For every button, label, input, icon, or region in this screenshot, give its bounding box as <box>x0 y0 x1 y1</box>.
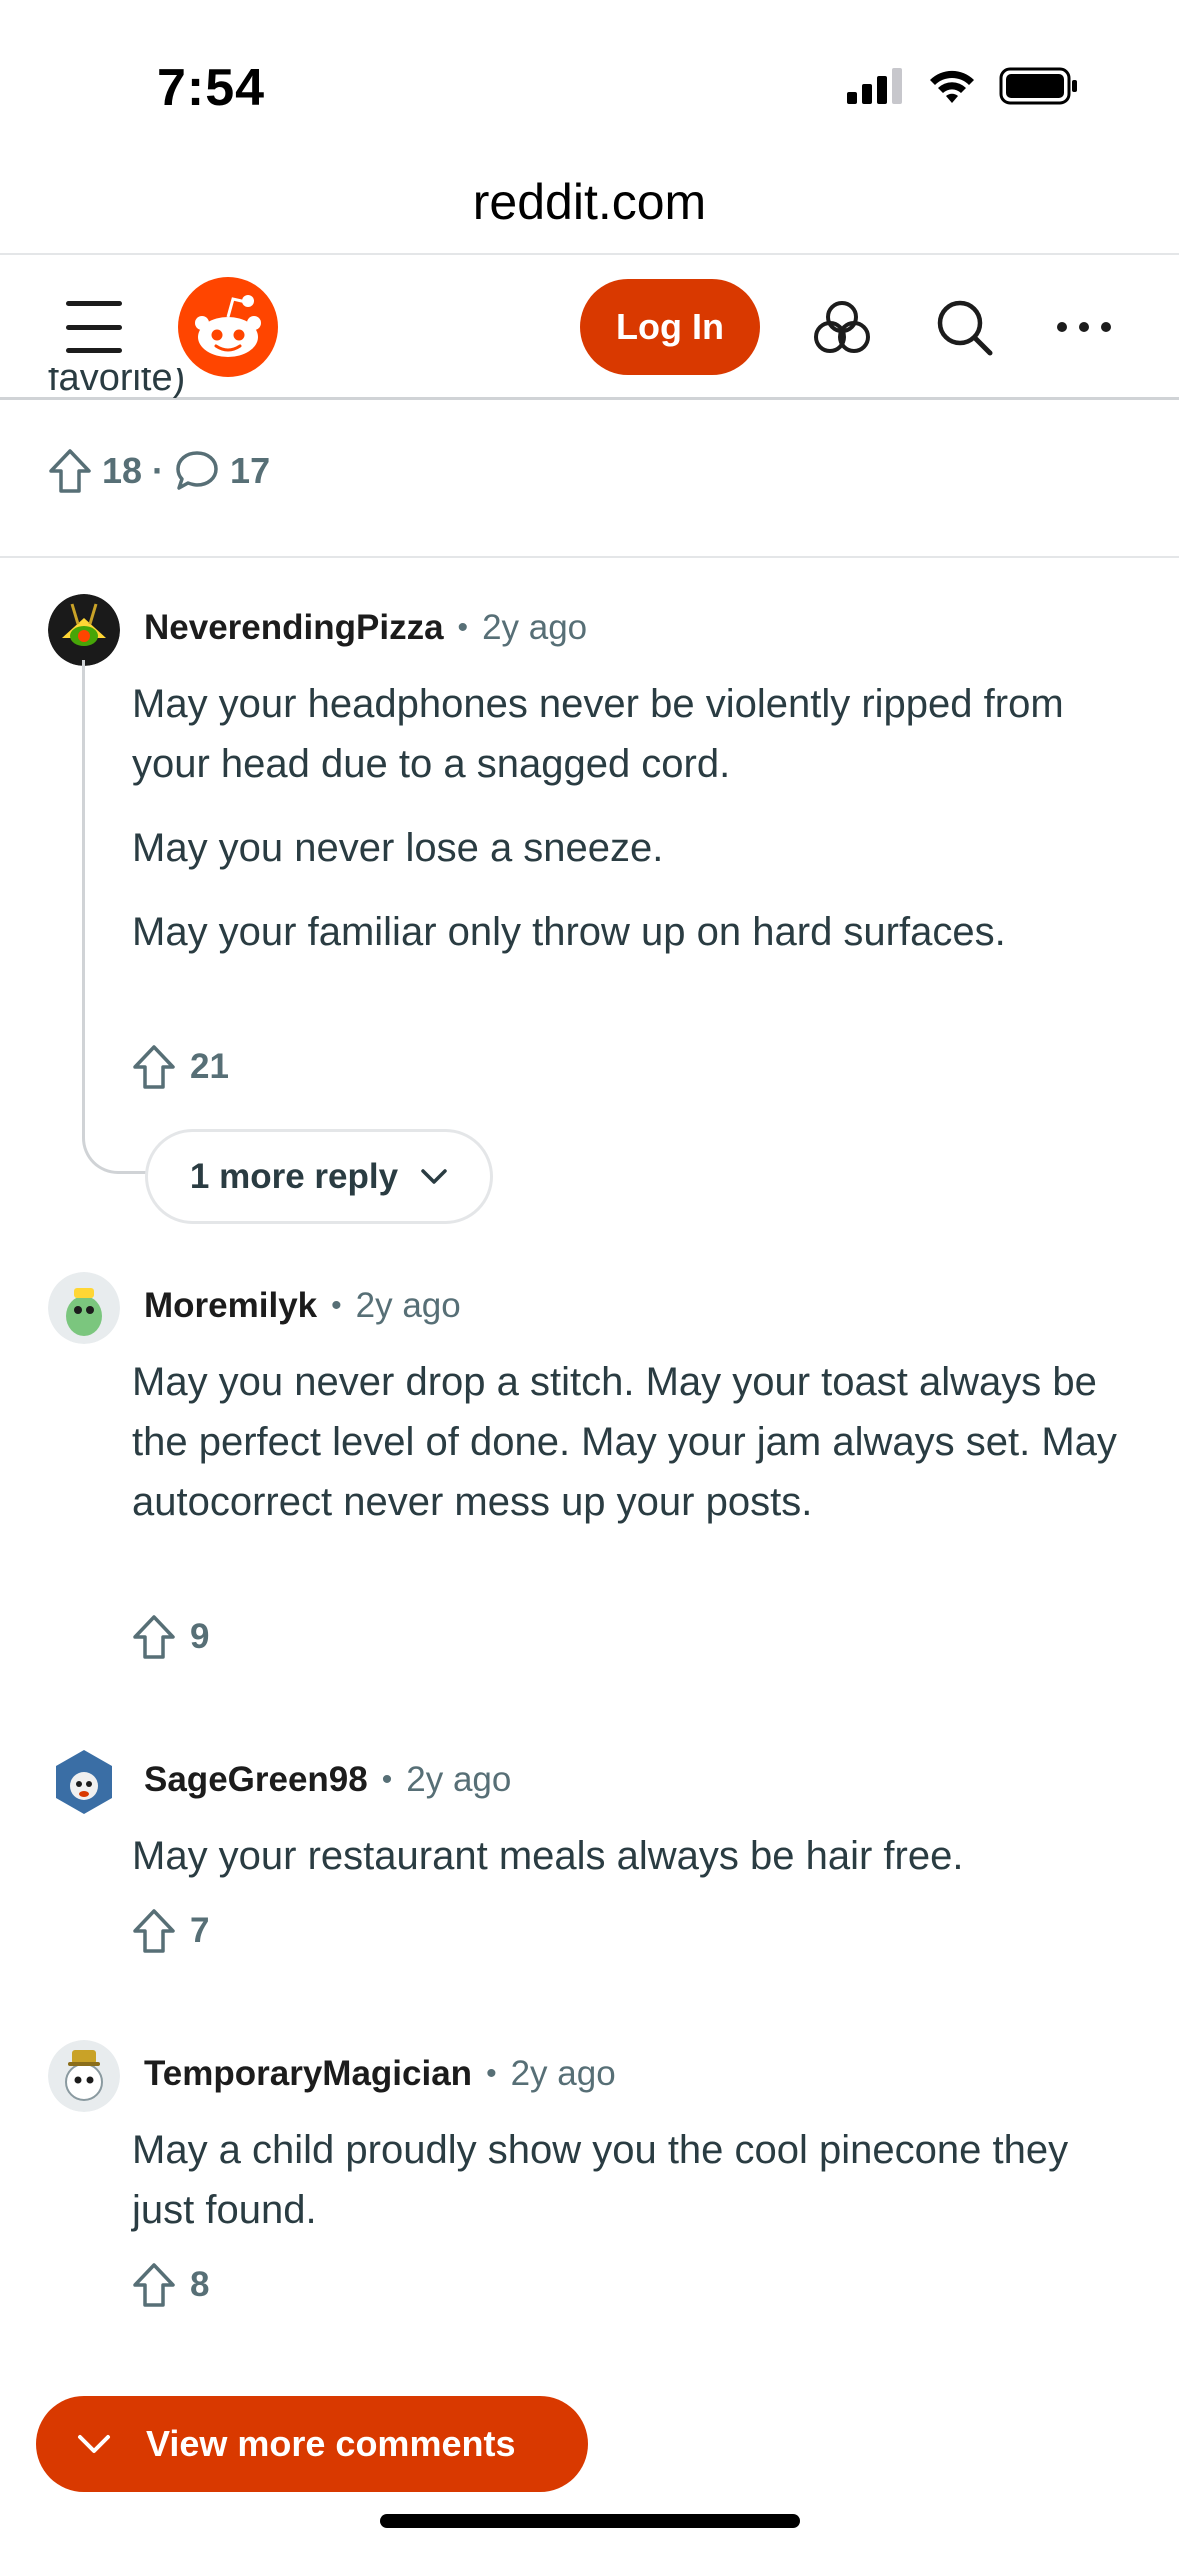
chevron-down-icon <box>78 2435 110 2453</box>
thread-line[interactable] <box>82 660 146 1174</box>
divider <box>0 556 1179 558</box>
upvote-icon[interactable] <box>132 1908 176 1954</box>
comment-author[interactable]: NeverendingPizza <box>144 608 444 648</box>
comment-votes: 7 <box>132 1908 209 1954</box>
upvote-count: 9 <box>190 1617 210 1656</box>
comment-votes: 8 <box>132 2262 209 2308</box>
partial-post-text: favorite) <box>48 368 186 398</box>
avatar[interactable] <box>48 1746 120 1818</box>
comment-icon[interactable] <box>174 449 220 493</box>
more-icon[interactable] <box>1052 295 1116 359</box>
comment-body: May a child proudly show you the cool pi… <box>132 2120 1122 2264</box>
upvote-count: 21 <box>190 1047 229 1086</box>
reddit-logo[interactable] <box>178 277 278 377</box>
url-text: reddit.com <box>472 173 707 230</box>
wifi-icon <box>930 70 974 103</box>
comment-votes: 21 <box>132 1044 229 1090</box>
upvote-icon[interactable] <box>48 448 92 494</box>
post-upvote-count: 18 <box>102 450 143 491</box>
comment-body: May your restaurant meals always be hair… <box>132 1826 1122 1910</box>
comment-paragraph: May a child proudly show you the cool pi… <box>132 2128 1069 2232</box>
comment-body: May your headphones never be violently r… <box>132 674 1122 986</box>
comment-body: May you never drop a stitch. May your to… <box>132 1352 1122 1556</box>
comment-author[interactable]: TemporaryMagician <box>144 2054 472 2094</box>
status-time: 7:54 <box>157 59 266 117</box>
comment-header: TemporaryMagician • 2y ago <box>144 2054 616 2094</box>
upvote-count: 8 <box>190 2265 210 2304</box>
comment-paragraph: May your headphones never be violently r… <box>132 682 1064 786</box>
popular-icon[interactable] <box>810 295 874 359</box>
post-stats: 18 · 17 <box>48 448 270 494</box>
signal-icon <box>847 68 902 104</box>
search-icon[interactable] <box>932 295 996 359</box>
comment-votes: 9 <box>132 1614 209 1660</box>
avatar[interactable] <box>48 594 120 666</box>
dot-separator: • <box>486 2057 497 2090</box>
more-replies-label: 1 more reply <box>189 1156 399 1196</box>
login-button[interactable]: Log In <box>580 279 760 375</box>
post-comment-count: 17 <box>230 450 271 491</box>
status-bar: 7:54 <box>0 0 1179 150</box>
upvote-count: 7 <box>190 1911 210 1950</box>
comment-time: 2y ago <box>482 608 588 647</box>
comment-header: Moremilyk • 2y ago <box>144 1286 461 1326</box>
comment-time: 2y ago <box>355 1286 461 1325</box>
upvote-icon[interactable] <box>132 1614 176 1660</box>
avatar[interactable] <box>48 2040 120 2112</box>
dot-separator: • <box>331 1289 342 1322</box>
comment-header: SageGreen98 • 2y ago <box>144 1760 511 1800</box>
comment-paragraph: May you never drop a stitch. May your to… <box>132 1360 1117 1524</box>
upvote-icon[interactable] <box>132 2262 176 2308</box>
stat-separator: · <box>152 450 165 491</box>
url-bar[interactable]: reddit.com <box>0 150 1179 255</box>
comment-paragraph: May you never lose a sneeze. <box>132 826 664 870</box>
menu-icon[interactable] <box>66 301 122 353</box>
home-indicator[interactable] <box>380 2514 800 2528</box>
chevron-down-icon <box>421 1168 447 1184</box>
comment-time: 2y ago <box>406 1760 512 1799</box>
battery-icon <box>999 67 1077 105</box>
comment-time: 2y ago <box>510 2054 616 2093</box>
dot-separator: • <box>457 611 469 644</box>
more-replies-button[interactable]: 1 more reply <box>145 1129 493 1224</box>
status-icons <box>847 64 1079 108</box>
comment-header: NeverendingPizza • 2y ago <box>144 608 587 648</box>
avatar[interactable] <box>48 1272 120 1344</box>
comment-author[interactable]: SageGreen98 <box>144 1760 368 1800</box>
dot-separator: • <box>381 1763 393 1796</box>
view-more-label: View more comments <box>146 2423 516 2464</box>
view-more-comments-button[interactable]: View more comments <box>36 2396 588 2492</box>
comment-paragraph: May your familiar only throw up on hard … <box>132 910 1006 954</box>
comment-author[interactable]: Moremilyk <box>144 1286 317 1326</box>
comment-paragraph: May your restaurant meals always be hair… <box>132 1834 964 1878</box>
